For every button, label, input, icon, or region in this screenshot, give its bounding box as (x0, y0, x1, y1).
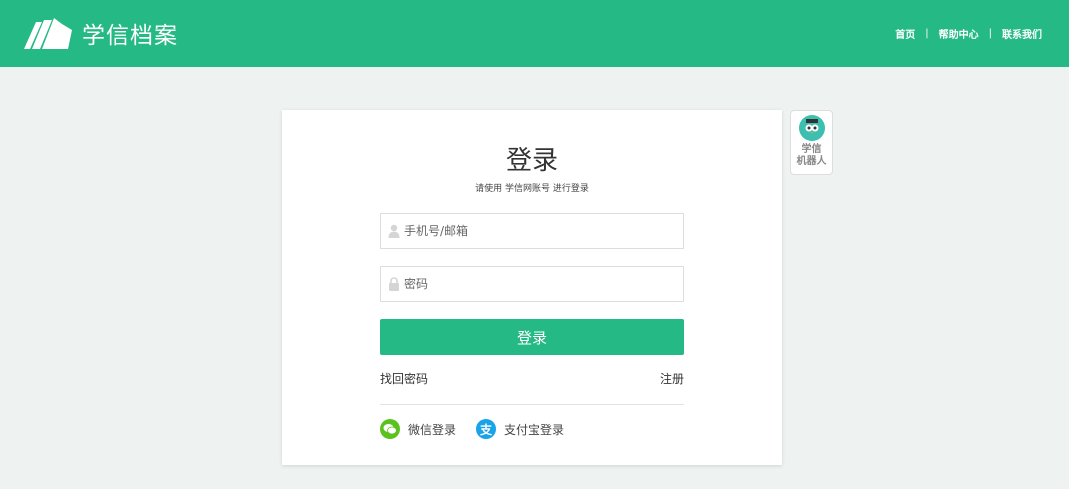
lock-icon (388, 277, 400, 291)
password-input[interactable] (404, 277, 664, 291)
user-icon (388, 224, 400, 238)
username-input[interactable] (404, 224, 664, 238)
nav-home-link[interactable]: 首页 (895, 26, 915, 41)
nav-contact-link[interactable]: 联系我们 (1002, 26, 1042, 41)
top-nav: 首页 | 帮助中心 | 联系我们 (895, 26, 1042, 41)
brand-name: 学信档案 (82, 23, 178, 49)
book-pages-logo-icon (22, 16, 74, 50)
nav-help-link[interactable]: 帮助中心 (939, 26, 979, 41)
login-card: 登录 请使用 学信网账号 进行登录 登录 找回密码 注册 (282, 110, 782, 465)
robot-owl-icon (798, 115, 825, 141)
forgot-password-link[interactable]: 找回密码 (380, 370, 428, 387)
nav-separator: | (925, 28, 929, 39)
site-logo[interactable]: 学信档案 (22, 16, 178, 50)
login-title: 登录 (505, 146, 558, 176)
alipay-icon: 支 (476, 419, 496, 439)
login-submit-button[interactable]: 登录 (380, 319, 684, 355)
wechat-login-label: 微信登录 (408, 422, 457, 437)
robot-label-line2: 机器人 (796, 156, 827, 167)
alipay-login-label: 支付宝登录 (504, 422, 565, 437)
login-subtitle: 请使用 学信网账号 进行登录 (475, 184, 589, 194)
top-header: 学信档案 首页 | 帮助中心 | 联系我们 (0, 0, 1069, 67)
username-field[interactable] (380, 213, 684, 249)
divider (380, 404, 684, 405)
wechat-login-link[interactable]: 微信登录 (380, 419, 456, 439)
robot-label: 学信 机器人 (797, 144, 827, 168)
robot-label-line1: 学信 (801, 144, 822, 155)
nav-separator: | (988, 28, 992, 39)
alipay-login-link[interactable]: 支 支付宝登录 (476, 419, 564, 439)
robot-assistant-button[interactable]: 学信 机器人 (790, 110, 833, 175)
password-field[interactable] (380, 266, 684, 302)
register-link[interactable]: 注册 (660, 370, 684, 387)
wechat-icon (380, 419, 400, 439)
